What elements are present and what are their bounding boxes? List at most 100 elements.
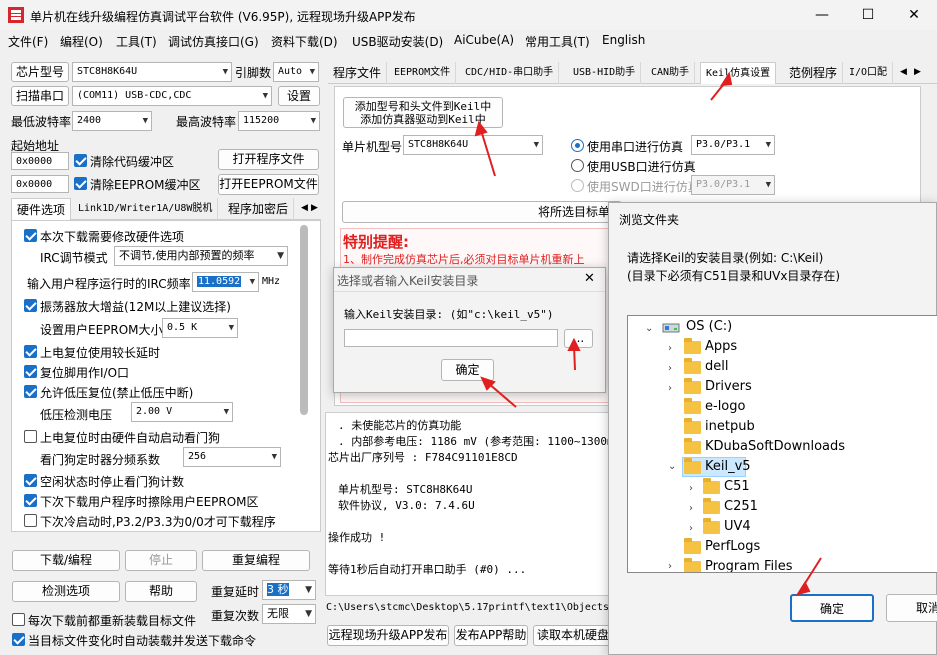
menu-file[interactable]: 文件(F) xyxy=(8,33,48,50)
open-eeprom-button[interactable]: 打开EEPROM文件 xyxy=(218,174,319,195)
scan-port-button[interactable]: 扫描串口 xyxy=(11,86,69,106)
tab-hardware-options[interactable]: 硬件选项 xyxy=(11,198,72,220)
menu-common-tools[interactable]: 常用工具(T) xyxy=(525,33,590,50)
eeprom-address-input[interactable]: 0x0000 xyxy=(11,175,69,193)
port-select[interactable]: (COM11) USB-CDC,CDC ▼ xyxy=(72,86,272,106)
tree-folder-inetpub[interactable]: inetpub xyxy=(705,417,755,437)
serial-port-select[interactable]: P3.0/P3.1 ▼ xyxy=(691,135,775,155)
menu-download[interactable]: 资料下载(D) xyxy=(271,33,338,50)
reset-pin-io-checkbox[interactable] xyxy=(24,365,37,378)
menu-usb-driver[interactable]: USB驱动安装(D) xyxy=(352,33,443,50)
use-swd-radio[interactable] xyxy=(571,179,584,192)
open-program-button[interactable]: 打开程序文件 xyxy=(218,149,319,170)
minimize-button[interactable]: — xyxy=(799,0,845,30)
auto-reload-checkbox[interactable] xyxy=(12,633,25,646)
chevron-right-icon[interactable]: › xyxy=(668,383,672,394)
clear-eeprom-checkbox[interactable] xyxy=(74,177,87,190)
tree-folder-e-logo[interactable]: e-logo xyxy=(705,397,745,417)
max-baud-select[interactable]: 115200 ▼ xyxy=(238,111,320,131)
chevron-right-icon[interactable]: › xyxy=(668,363,672,374)
use-serial-radio[interactable] xyxy=(571,139,584,152)
tree-folder-program-files[interactable]: Program Files xyxy=(705,557,793,572)
tree-folder-apps[interactable]: Apps xyxy=(705,337,737,357)
tab-can[interactable]: CAN助手 xyxy=(646,62,696,84)
pin-count-select[interactable]: Auto ▼ xyxy=(273,62,319,82)
publish-help-button[interactable]: 发布APP帮助 xyxy=(454,625,528,646)
read-disk-button[interactable]: 读取本机硬盘 xyxy=(533,625,611,646)
mcu-model-select[interactable]: STC8H8K64U ▼ xyxy=(403,135,543,155)
download-button[interactable]: 下载/编程 xyxy=(12,550,120,571)
tree-folder-c251[interactable]: C251 xyxy=(724,497,758,517)
tab-io-config[interactable]: I/O口配 xyxy=(844,62,894,84)
tab-usb-hid[interactable]: USB-HID助手 xyxy=(568,62,642,84)
erase-eeprom-checkbox[interactable] xyxy=(24,494,37,507)
tab-encryption[interactable]: 程序加密后 xyxy=(223,198,295,220)
tree-folder-drivers[interactable]: Drivers xyxy=(705,377,752,397)
repeat-delay-select[interactable]: 3 秒 ▼ xyxy=(262,580,316,600)
low-volt-select[interactable]: 2.00 V ▼ xyxy=(131,402,233,422)
browse-cancel-button[interactable]: 取消 xyxy=(886,594,937,622)
keil-ok-button[interactable]: 确定 xyxy=(441,359,494,381)
irc-mode-select[interactable]: 不调节,使用内部预置的频率 ▼ xyxy=(114,246,288,266)
tab-examples[interactable]: 范例程序 xyxy=(784,62,844,84)
chevron-down-icon[interactable]: ⌄ xyxy=(668,461,676,472)
remote-upgrade-button[interactable]: 远程现场升级APP发布 xyxy=(327,625,449,646)
tab-cdc-hid-serial[interactable]: CDC/HID-串口助手 xyxy=(460,62,560,84)
idle-stop-wdt-checkbox[interactable] xyxy=(24,474,37,487)
browse-button[interactable]: ... xyxy=(564,329,593,348)
keil-dialog-close-icon[interactable]: ✕ xyxy=(584,271,595,286)
menu-aicube[interactable]: AiCube(A) xyxy=(454,33,514,47)
add-keil-button[interactable]: 添加型号和头文件到Keil中 添加仿真器驱动到Keil中 xyxy=(343,97,503,128)
menu-program[interactable]: 编程(O) xyxy=(60,33,103,50)
reload-each-checkbox[interactable] xyxy=(12,613,25,626)
settings-button[interactable]: 设置 xyxy=(278,86,320,106)
hw-watchdog-checkbox[interactable] xyxy=(24,430,37,443)
tree-folder-keil-v5[interactable]: Keil_v5 xyxy=(705,457,751,477)
chevron-down-icon[interactable]: ⌄ xyxy=(645,323,653,334)
wdt-prescale-select[interactable]: 256 ▼ xyxy=(183,447,281,467)
min-baud-select[interactable]: 2400 ▼ xyxy=(72,111,152,131)
menu-english[interactable]: English xyxy=(602,33,645,47)
osc-gain-checkbox[interactable] xyxy=(24,299,37,312)
chevron-right-icon[interactable]: › xyxy=(689,503,693,514)
low-volt-reset-checkbox[interactable] xyxy=(24,385,37,398)
tab-program-file[interactable]: 程序文件 xyxy=(328,62,388,84)
chip-model-button[interactable]: 芯片型号 xyxy=(11,62,69,82)
help-button[interactable]: 帮助 xyxy=(125,581,197,602)
tree-folder-c51[interactable]: C51 xyxy=(724,477,750,497)
tab-offline[interactable]: Link1D/Writer1A/U8W脱机 xyxy=(73,198,219,220)
tree-drive-c[interactable]: OS (C:) xyxy=(686,317,732,337)
tab-scroll-left-icon[interactable]: ◀ xyxy=(900,64,907,80)
close-button[interactable]: ✕ xyxy=(891,0,937,30)
menu-tools[interactable]: 工具(T) xyxy=(116,33,157,50)
tree-folder-perflogs[interactable]: PerfLogs xyxy=(705,537,760,557)
tab-scroll-right-icon[interactable]: ▶ xyxy=(311,200,320,216)
tree-folder-dell[interactable]: dell xyxy=(705,357,728,377)
irc-freq-select[interactable]: 11.0592 ▼ xyxy=(192,272,259,292)
long-delay-checkbox[interactable] xyxy=(24,345,37,358)
cold-boot-checkbox[interactable] xyxy=(24,514,37,527)
tree-folder-uv4[interactable]: UV4 xyxy=(724,517,751,537)
menu-debug-interface[interactable]: 调试仿真接口(G) xyxy=(168,33,259,50)
chevron-right-icon[interactable]: › xyxy=(668,561,672,572)
repeat-count-select[interactable]: 无限 ▼ xyxy=(262,604,316,624)
reprogram-button[interactable]: 重复编程 xyxy=(202,550,310,571)
clear-code-checkbox[interactable] xyxy=(74,154,87,167)
stop-button[interactable]: 停止 xyxy=(125,550,197,571)
modify-hw-checkbox[interactable] xyxy=(24,229,37,242)
set-target-button[interactable]: 将所选目标单 xyxy=(342,201,622,223)
eeprom-size-select[interactable]: 0.5 K ▼ xyxy=(162,318,238,338)
tab-eeprom-file[interactable]: EEPROM文件 xyxy=(389,62,457,84)
detect-options-button[interactable]: 检测选项 xyxy=(12,581,120,602)
scrollbar-thumb[interactable] xyxy=(300,225,308,415)
maximize-button[interactable]: ☐ xyxy=(845,0,891,30)
use-usb-radio[interactable] xyxy=(571,159,584,172)
browse-ok-button[interactable]: 确定 xyxy=(790,594,874,622)
tree-folder-kduba[interactable]: KDubaSoftDownloads xyxy=(705,437,845,457)
chevron-right-icon[interactable]: › xyxy=(668,343,672,354)
code-address-input[interactable]: 0x0000 xyxy=(11,152,69,170)
keil-dir-input[interactable] xyxy=(344,329,558,347)
tab-scroll-right-icon[interactable]: ▶ xyxy=(914,64,921,80)
swd-port-select[interactable]: P3.0/P3.1 ▼ xyxy=(691,175,775,195)
chevron-right-icon[interactable]: › xyxy=(689,523,693,534)
